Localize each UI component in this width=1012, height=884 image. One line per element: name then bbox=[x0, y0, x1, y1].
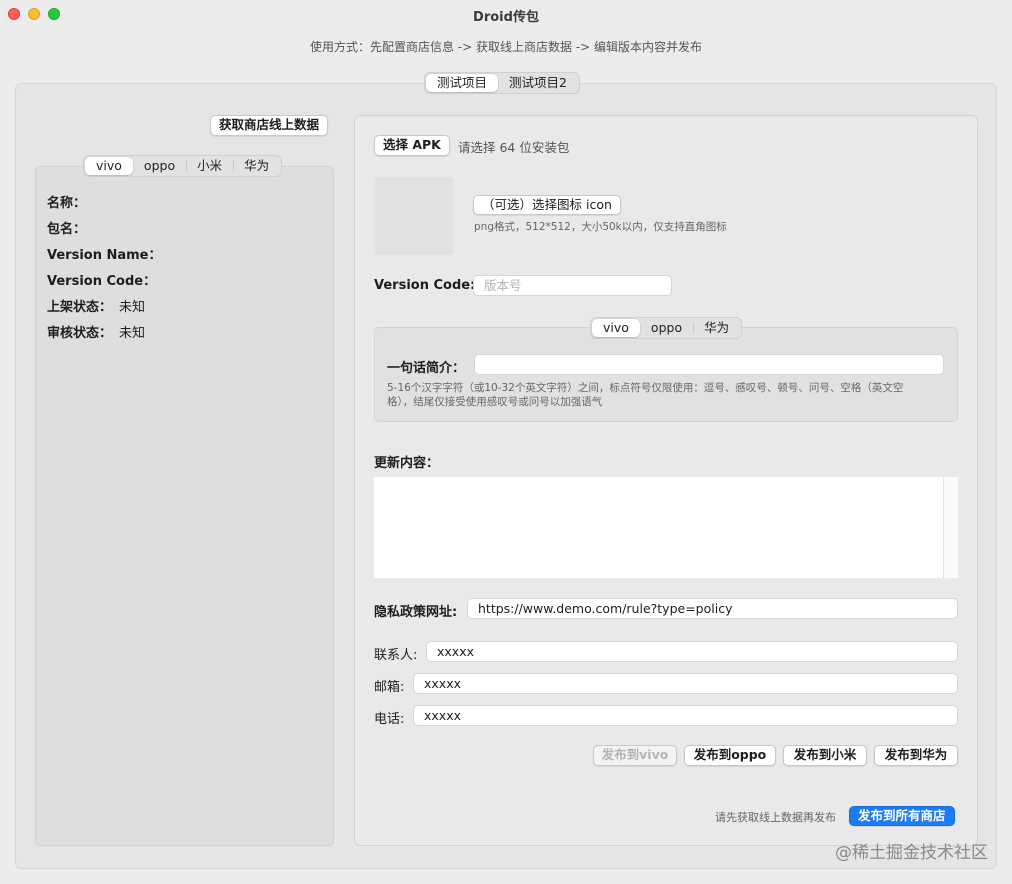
privacy-url-input[interactable]: https://www.demo.com/rule?type=policy bbox=[467, 598, 958, 619]
tab-huawei[interactable]: 华为 bbox=[693, 319, 740, 337]
listing-status-label: 上架状态： bbox=[47, 300, 113, 315]
phone-label: 电话: bbox=[374, 712, 405, 727]
intro-input[interactable] bbox=[474, 354, 944, 375]
contact-label: 联系人: bbox=[374, 648, 418, 663]
publish-vivo-button[interactable]: 发布到vivo bbox=[593, 745, 677, 766]
tab-vivo[interactable]: vivo bbox=[85, 157, 133, 175]
review-status-label: 审核状态： bbox=[47, 326, 113, 341]
publish-hint: 请先获取线上数据再发布 bbox=[715, 811, 836, 824]
intro-label: 一句话简介： bbox=[387, 361, 466, 376]
select-apk-hint: 请选择 64 位安装包 bbox=[458, 140, 570, 155]
window-title: Droid传包 bbox=[473, 10, 539, 25]
update-content-scrollbar[interactable] bbox=[943, 477, 958, 578]
app-icon-preview[interactable] bbox=[374, 177, 454, 255]
select-icon-button[interactable]: （可选）选择图标 icon bbox=[473, 195, 621, 215]
package-name-label: 包名： bbox=[47, 222, 87, 237]
tab-oppo[interactable]: oppo bbox=[640, 319, 693, 337]
version-code-field-label: Version Code: bbox=[374, 278, 476, 293]
email-label: 邮箱: bbox=[374, 680, 405, 695]
version-code-label: Version Code： bbox=[47, 274, 157, 289]
email-input[interactable]: xxxxx bbox=[413, 673, 958, 694]
right-store-tabs: vivo oppo 华为 bbox=[590, 317, 743, 339]
store-info-panel bbox=[35, 166, 334, 846]
version-code-input[interactable]: 版本号 bbox=[473, 275, 672, 296]
select-apk-button[interactable]: 选择 APK bbox=[374, 135, 450, 156]
icon-hint: png格式，512*512，大小50k以内，仅支持直角图标 bbox=[474, 221, 727, 233]
privacy-url-label: 隐私政策网址: bbox=[374, 605, 458, 620]
tab-project-1[interactable]: 测试项目 bbox=[426, 74, 499, 92]
left-store-tabs: vivo oppo 小米 华为 bbox=[83, 155, 283, 177]
tab-project-2[interactable]: 测试项目2 bbox=[498, 74, 578, 92]
phone-input[interactable]: xxxxx bbox=[413, 705, 958, 726]
watermark: @稀土掘金技术社区 bbox=[835, 843, 988, 863]
publish-huawei-button[interactable]: 发布到华为 bbox=[874, 745, 958, 766]
intro-hint-line-1: 5-16个汉字字符（或10-32个英文字符）之间，标点符号仅限使用：逗号、感叹号… bbox=[387, 382, 904, 394]
app-name-label: 名称： bbox=[47, 196, 87, 211]
title-bar: Droid传包 bbox=[0, 0, 1012, 28]
tab-huawei[interactable]: 华为 bbox=[233, 157, 280, 175]
intro-hint-line-2: 格），结尾仅接受使用感叹号或问号以加强语气 bbox=[387, 396, 603, 408]
contact-input[interactable]: xxxxx bbox=[426, 641, 958, 662]
listing-status-value: 未知 bbox=[119, 300, 146, 315]
tab-vivo[interactable]: vivo bbox=[592, 319, 640, 337]
fetch-store-data-button[interactable]: 获取商店线上数据 bbox=[210, 115, 329, 136]
review-status-value: 未知 bbox=[119, 326, 146, 341]
tab-oppo[interactable]: oppo bbox=[133, 157, 186, 175]
usage-instructions: 使用方式：先配置商店信息 -> 获取线上商店数据 -> 编辑版本内容并发布 bbox=[309, 40, 703, 54]
publish-all-button[interactable]: 发布到所有商店 bbox=[849, 806, 955, 826]
publish-xiaomi-button[interactable]: 发布到小米 bbox=[783, 745, 867, 766]
publish-oppo-button[interactable]: 发布到oppo bbox=[684, 745, 776, 766]
update-content-textarea[interactable] bbox=[374, 477, 958, 578]
tab-xiaomi[interactable]: 小米 bbox=[186, 157, 233, 175]
version-name-label: Version Name： bbox=[47, 248, 162, 263]
project-tabs: 测试项目 测试项目2 bbox=[424, 72, 580, 94]
update-content-label: 更新内容： bbox=[374, 456, 440, 471]
